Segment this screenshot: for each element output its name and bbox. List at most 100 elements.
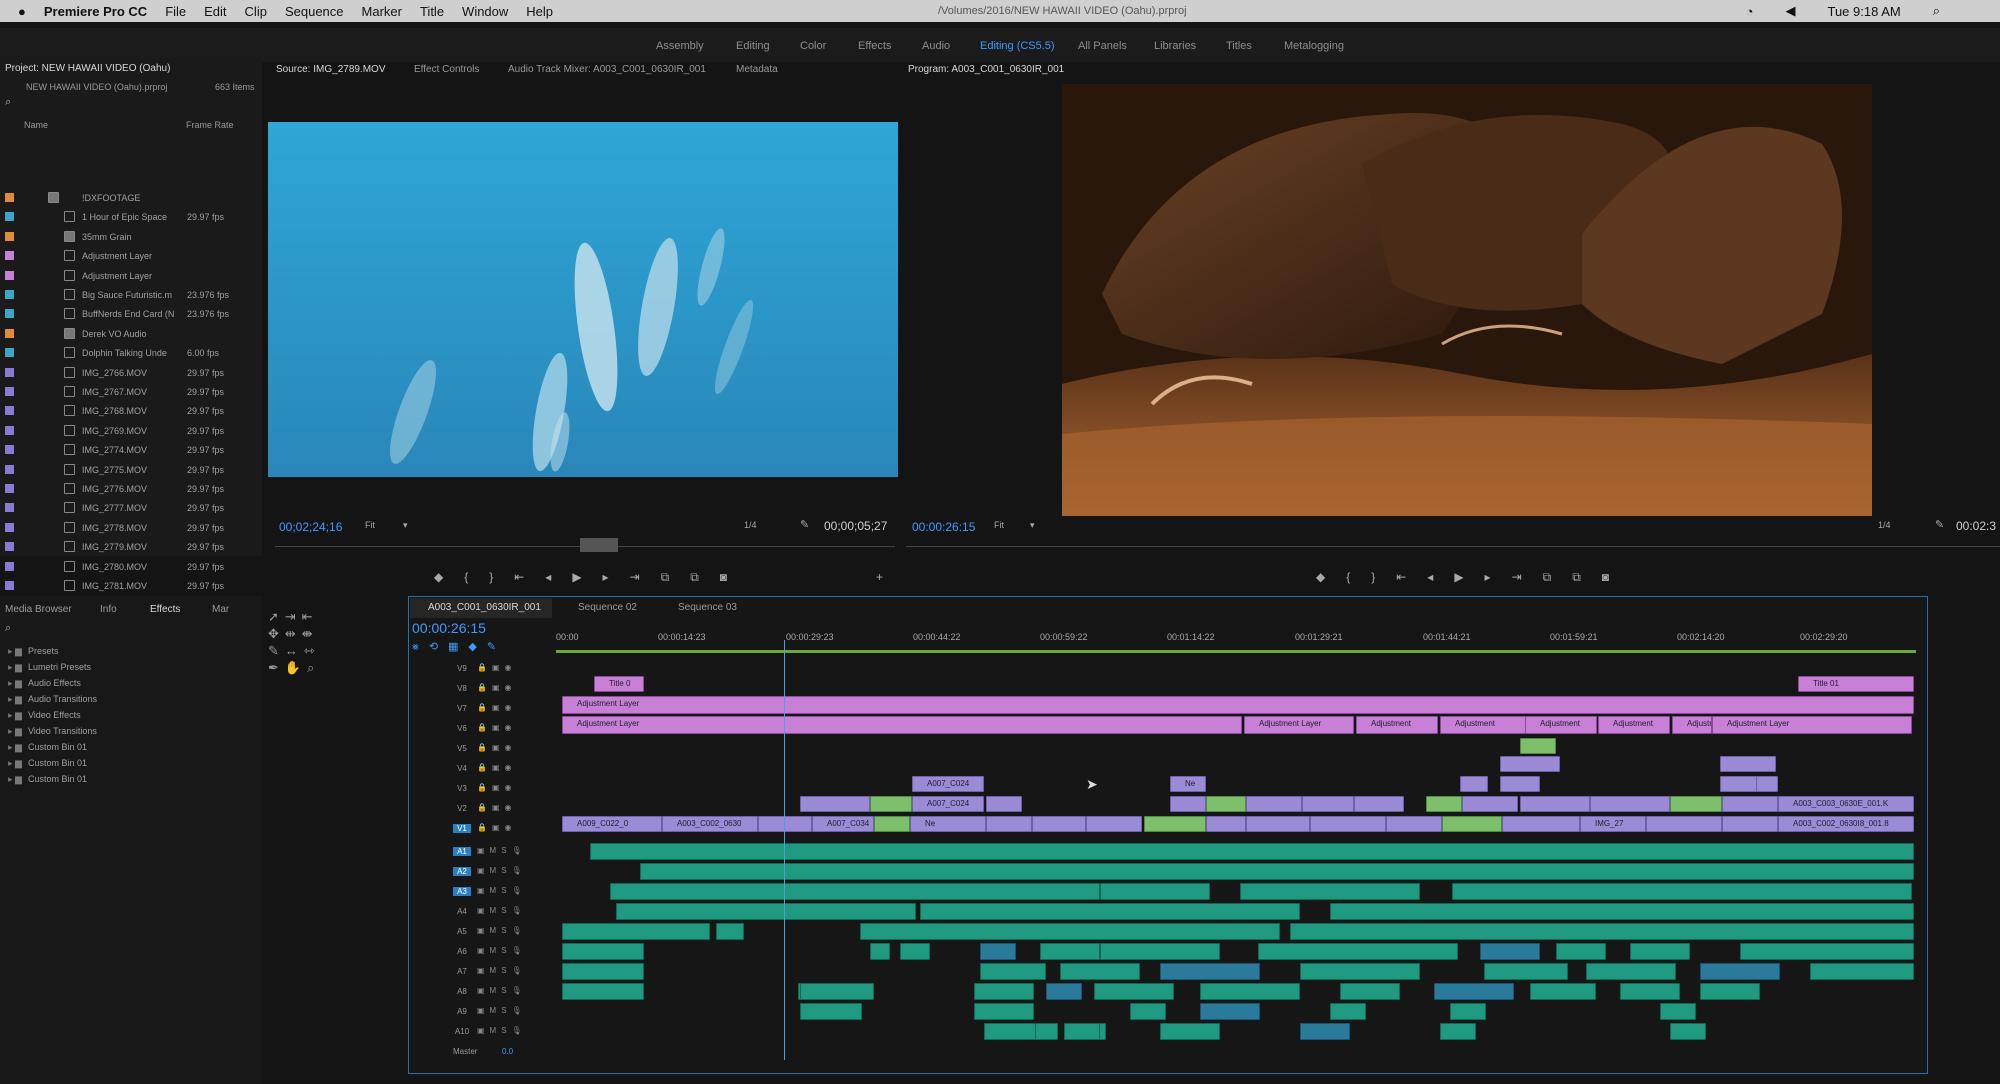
audio-track-header[interactable]: ▣MS🎙 A10 bbox=[410, 1023, 545, 1041]
program-video-frame[interactable] bbox=[1062, 84, 1872, 516]
source-fit-select[interactable]: Fit bbox=[365, 520, 375, 530]
audio-clip[interactable] bbox=[1160, 963, 1260, 980]
column-name[interactable]: Name bbox=[24, 120, 48, 130]
audio-clip[interactable] bbox=[1530, 983, 1596, 1000]
video-track-header[interactable]: 🔒▣◉ V2 bbox=[410, 800, 545, 818]
project-tab[interactable]: Project: NEW HAWAII VIDEO (Oahu) bbox=[5, 63, 170, 74]
video-clip[interactable]: IMG_27 bbox=[1580, 816, 1646, 832]
tab-media-browser[interactable]: Media Browser bbox=[5, 604, 72, 615]
audio-clip[interactable] bbox=[870, 943, 890, 960]
program-timecode[interactable]: 00:00:26:15 bbox=[912, 520, 975, 534]
audio-clip[interactable] bbox=[1452, 883, 1912, 900]
chevron-down-icon[interactable]: ▾ bbox=[403, 520, 408, 531]
video-clip[interactable] bbox=[1646, 816, 1722, 832]
track-toggles-icon[interactable]: ▣MS🎙 bbox=[477, 886, 527, 895]
track-toggles-icon[interactable]: ▣MS🎙 bbox=[477, 866, 527, 875]
video-clip[interactable]: A003_C003_0630E_001.K bbox=[1778, 796, 1914, 812]
video-clip[interactable]: Adjustment Layer bbox=[562, 716, 1242, 734]
audio-clip[interactable] bbox=[590, 843, 1914, 860]
audio-clip[interactable] bbox=[1240, 883, 1420, 900]
video-clip[interactable]: Adjustment bbox=[1525, 716, 1597, 734]
audio-clip[interactable] bbox=[974, 1003, 1034, 1020]
audio-clip[interactable] bbox=[1064, 1023, 1100, 1040]
column-frame-rate[interactable]: Frame Rate bbox=[186, 120, 234, 130]
audio-track-header[interactable]: ▣MS🎙 A1 bbox=[410, 843, 545, 861]
audio-clip[interactable] bbox=[1060, 963, 1140, 980]
effects-lumetri-presets[interactable]: Lumetri Presets bbox=[8, 662, 91, 673]
audio-clip[interactable] bbox=[1200, 1003, 1260, 1020]
video-clip[interactable] bbox=[1354, 796, 1404, 812]
master-volume-value[interactable]: 0.0 bbox=[502, 1047, 513, 1056]
menu-edit[interactable]: Edit bbox=[204, 4, 226, 19]
effects-audio-transitions[interactable]: Audio Transitions bbox=[8, 694, 97, 705]
video-clip[interactable]: A007_C034 bbox=[812, 816, 874, 832]
audio-clip[interactable] bbox=[800, 1003, 862, 1020]
app-menu[interactable]: Premiere Pro CC bbox=[44, 4, 147, 19]
track-label[interactable]: V9 bbox=[453, 664, 471, 673]
project-item[interactable]: IMG_2780.MOV 29.97 fps bbox=[0, 558, 260, 577]
audio-clip[interactable] bbox=[1630, 943, 1690, 960]
video-clip[interactable] bbox=[1302, 796, 1354, 812]
video-track-header[interactable]: 🔒▣◉ V5 bbox=[410, 740, 545, 758]
video-clip[interactable] bbox=[1206, 816, 1246, 832]
audio-clip[interactable] bbox=[800, 983, 874, 1000]
video-clip[interactable]: A007_C024 bbox=[912, 776, 984, 792]
project-item[interactable]: IMG_2769.MOV 29.97 fps bbox=[0, 422, 260, 441]
track-toggles-icon[interactable]: ▣MS🎙 bbox=[477, 986, 527, 995]
tab-effects[interactable]: Effects bbox=[150, 604, 180, 615]
audio-clip[interactable] bbox=[616, 903, 916, 920]
tab-sequence-03[interactable]: Sequence 03 bbox=[678, 602, 737, 613]
track-toggles-icon[interactable]: 🔒▣◉ bbox=[477, 663, 517, 672]
video-clip[interactable] bbox=[1310, 816, 1386, 832]
search-icon[interactable]: ⌕ bbox=[5, 96, 11, 109]
track-label[interactable]: A7 bbox=[453, 967, 471, 976]
menu-marker[interactable]: Marker bbox=[362, 4, 402, 19]
menu-clip[interactable]: Clip bbox=[245, 4, 267, 19]
audio-track-header[interactable]: ▣MS🎙 A8 bbox=[410, 983, 545, 1001]
video-clip[interactable] bbox=[1206, 796, 1246, 812]
audio-track-header[interactable]: ▣MS🎙 A5 bbox=[410, 923, 545, 941]
program-scrub-bar[interactable] bbox=[906, 546, 2000, 552]
audio-clip[interactable] bbox=[1100, 943, 1220, 960]
audio-clip[interactable] bbox=[860, 923, 1280, 940]
tab-markers[interactable]: Mar bbox=[212, 604, 229, 615]
track-toggles-icon[interactable]: ▣MS🎙 bbox=[477, 966, 527, 975]
video-clip[interactable] bbox=[1442, 816, 1502, 832]
audio-clip[interactable] bbox=[1100, 883, 1210, 900]
track-toggles-icon[interactable]: ▣MS🎙 bbox=[477, 946, 527, 955]
audio-clip[interactable] bbox=[1290, 923, 1914, 940]
project-item[interactable]: Adjustment Layer bbox=[0, 247, 260, 266]
audio-clip[interactable] bbox=[1440, 1023, 1476, 1040]
menu-help[interactable]: Help bbox=[526, 4, 553, 19]
audio-clip[interactable] bbox=[1340, 983, 1400, 1000]
track-toggles-icon[interactable]: ▣MS🎙 bbox=[477, 926, 527, 935]
audio-clip[interactable] bbox=[1330, 1003, 1366, 1020]
audio-clip[interactable] bbox=[640, 863, 1914, 880]
wrench-icon[interactable]: ✎ bbox=[800, 518, 809, 531]
ws-editing-cs55[interactable]: Editing (CS5.5) bbox=[980, 40, 1055, 52]
ws-audio[interactable]: Audio bbox=[922, 40, 950, 52]
menu-sequence[interactable]: Sequence bbox=[285, 4, 344, 19]
audio-clip[interactable] bbox=[1258, 943, 1458, 960]
audio-track-header[interactable]: ▣MS🎙 A2 bbox=[410, 863, 545, 881]
tab-info[interactable]: Info bbox=[100, 604, 117, 615]
video-clip[interactable] bbox=[1722, 796, 1778, 812]
project-item[interactable]: IMG_2768.MOV 29.97 fps bbox=[0, 402, 260, 421]
audio-clip[interactable] bbox=[984, 1023, 1036, 1040]
audio-track-header[interactable]: ▣MS🎙 A7 bbox=[410, 963, 545, 981]
plus-icon[interactable]: + bbox=[876, 570, 883, 584]
effects-video-transitions[interactable]: Video Transitions bbox=[8, 726, 97, 737]
track-toggles-icon[interactable]: 🔒▣◉ bbox=[477, 703, 517, 712]
video-track-header[interactable]: 🔒▣◉ V7 bbox=[410, 700, 545, 718]
source-video-frame[interactable] bbox=[268, 122, 898, 477]
audio-clip[interactable] bbox=[1660, 1003, 1696, 1020]
audio-track-header[interactable]: ▣MS🎙 A6 bbox=[410, 943, 545, 961]
wifi-icon[interactable]: ◔ bbox=[1746, 4, 1754, 19]
track-label[interactable]: A9 bbox=[453, 1007, 471, 1016]
menu-file[interactable]: File bbox=[165, 4, 186, 19]
ws-assembly[interactable]: Assembly bbox=[656, 40, 704, 52]
track-toggles-icon[interactable]: ▣MS🎙 bbox=[477, 1026, 527, 1035]
video-clip[interactable]: Adjustment bbox=[1598, 716, 1670, 734]
video-clip[interactable]: A003_C002_0630 bbox=[662, 816, 758, 832]
timeline-playhead[interactable] bbox=[784, 640, 785, 1060]
